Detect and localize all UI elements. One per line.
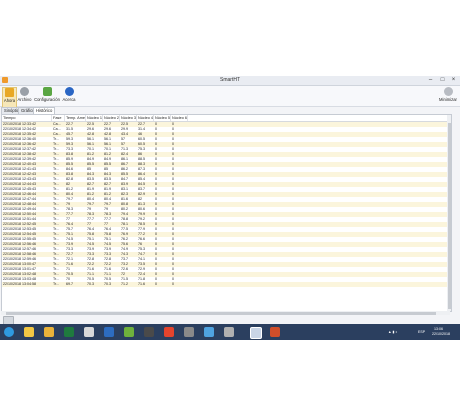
gear-icon [20, 87, 29, 96]
ribbon-configuracion-button[interactable]: Configuración [34, 87, 60, 106]
chrome-icon[interactable] [24, 327, 34, 337]
app-icon-11[interactable] [224, 327, 234, 337]
header-tiempo[interactable]: Tiempo [2, 115, 52, 121]
table-cell: Tr... [53, 282, 60, 286]
tab-strip: Sinóptico Gráfico Histórico [0, 107, 460, 114]
tray-icons: ▲ ▮ ◐ [388, 330, 398, 334]
table-cell: 70.3 [87, 282, 94, 286]
smartht-task-icon[interactable] [250, 327, 262, 339]
header-nucleo-1[interactable]: Núcleo 1 [86, 115, 103, 121]
app-icon-9[interactable] [184, 327, 194, 337]
start-button[interactable] [4, 327, 14, 337]
header-nucleo-5[interactable]: Núcleo 5 [154, 115, 171, 121]
spotify-icon[interactable] [124, 327, 134, 337]
table-cell: 0 [155, 282, 157, 286]
system-tray: ▲ ▮ ◐ ESP 13:06 22/10/2018 [388, 327, 458, 337]
wrench-icon [42, 87, 52, 96]
home-icon[interactable] [84, 327, 94, 337]
app-icon-13[interactable] [270, 327, 280, 337]
table-cell: 0 [172, 282, 174, 286]
horizontal-scrollbar[interactable] [1, 311, 450, 315]
language-indicator[interactable]: ESP [418, 330, 425, 334]
app-icon-7[interactable] [144, 327, 154, 337]
header-nucleo-3[interactable]: Núcleo 3 [120, 115, 137, 121]
horizontal-scroll-thumb[interactable] [6, 311, 436, 315]
minimize-button[interactable]: – [425, 77, 436, 84]
header-nucleo-6[interactable]: Núcleo 6 [171, 115, 188, 121]
table-header: Tiempo Fase Temp. Ame Núcleo 1 Núcleo 2 … [2, 115, 451, 122]
maximize-button[interactable]: □ [437, 77, 448, 84]
header-nucleo-2[interactable]: Núcleo 2 [103, 115, 120, 121]
info-icon [64, 87, 74, 96]
close-button[interactable]: × [448, 77, 459, 84]
folder-icon[interactable] [44, 327, 54, 337]
app-icon-10[interactable] [204, 327, 214, 337]
vertical-scrollbar[interactable] [447, 115, 451, 311]
ribbon: Ahora Archivo Configuración Acerca Minim… [0, 86, 460, 108]
ribbon-ahora-button[interactable]: Ahora [2, 87, 17, 108]
tab-historico[interactable]: Histórico [33, 107, 56, 114]
window-title: SmartHT [220, 77, 240, 83]
table-cell: 22/10/2018 13:04:58 [3, 282, 36, 286]
header-fase[interactable]: Fase [52, 115, 65, 121]
table-row[interactable]: 22/10/2018 13:04:58 Tr... 69.7 70.3 70.3 71.2… [2, 282, 451, 287]
clock-date[interactable]: 22/10/2018 [432, 332, 450, 336]
smartht-window: SmartHT – □ × Ahora Archivo Configuració… [0, 76, 460, 325]
ribbon-minimizar-button[interactable]: Minimizar [438, 87, 458, 106]
ribbon-acerca-button[interactable]: Acerca [62, 87, 76, 106]
table-cell: 71.6 [138, 282, 145, 286]
app-icon-8[interactable] [164, 327, 174, 337]
header-temp-ame[interactable]: Temp. Ame [65, 115, 86, 121]
title-bar: SmartHT – □ × [0, 76, 460, 86]
table-cell: 69.7 [66, 282, 73, 286]
word-icon[interactable] [104, 327, 114, 337]
ribbon-archivo-button[interactable]: Archivo [17, 87, 32, 106]
clock-time[interactable]: 13:06 [434, 327, 443, 331]
header-nucleo-4[interactable]: Núcleo 4 [137, 115, 154, 121]
circle-icon [443, 87, 453, 96]
table-cell: 70.3 [104, 282, 111, 286]
lightning-icon [5, 88, 14, 97]
excel-icon[interactable] [64, 327, 74, 337]
vertical-scroll-thumb[interactable] [447, 123, 451, 309]
history-table[interactable]: Tiempo Fase Temp. Ame Núcleo 1 Núcleo 2 … [1, 114, 452, 312]
windows-taskbar: ▲ ▮ ◐ ESP 13:06 22/10/2018 [0, 324, 460, 340]
table-cell: 71.2 [121, 282, 128, 286]
